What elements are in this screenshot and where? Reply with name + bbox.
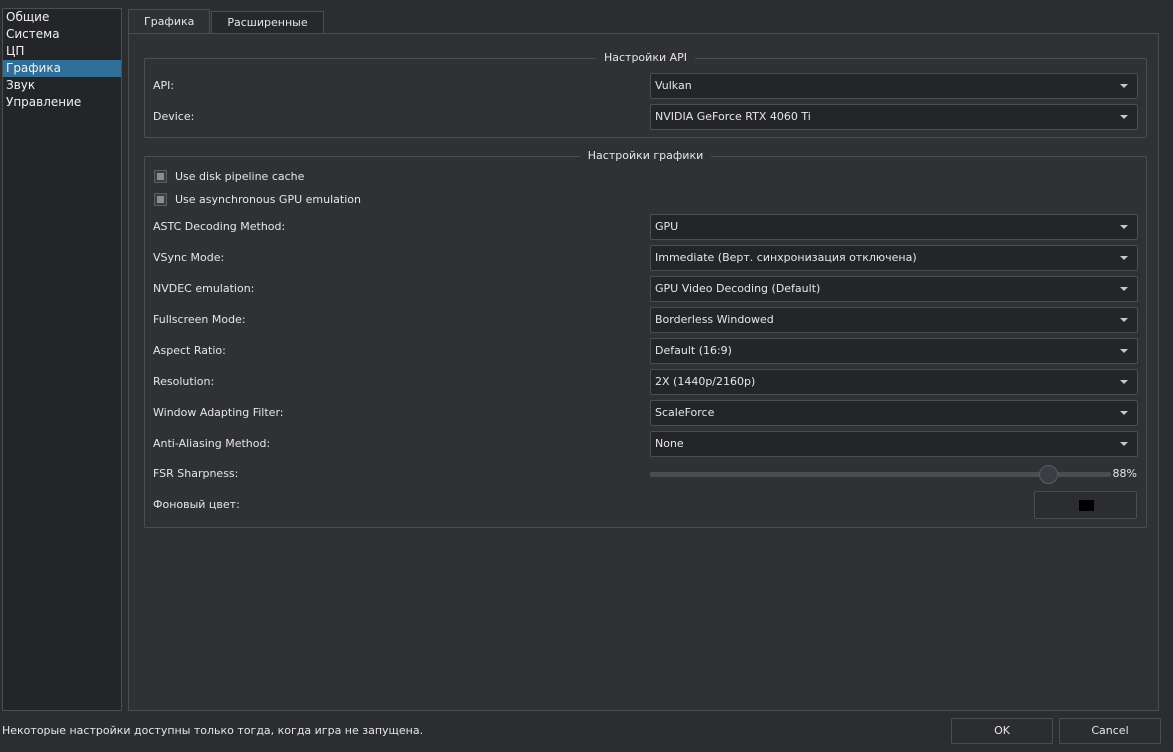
fsr-sharpness-slider[interactable]: [650, 465, 1111, 484]
astc-row: ASTC Decoding Method: GPU: [153, 214, 1138, 240]
graphics-settings-group: Настройки графики Use disk pipeline cach…: [144, 149, 1147, 528]
resolution-select[interactable]: 2X (1440p/2160p): [650, 369, 1138, 395]
api-group-title: Настройки API: [595, 51, 696, 64]
aa-label: Anti-Aliasing Method:: [153, 437, 271, 450]
footer-note: Некоторые настройки доступны только тогд…: [2, 724, 424, 737]
astc-select[interactable]: GPU: [650, 214, 1138, 240]
bg-color-button[interactable]: [1034, 491, 1137, 519]
sidebar-item-general[interactable]: Общие: [3, 9, 121, 26]
aspect-select-value: Default (16:9): [655, 344, 732, 357]
aspect-select[interactable]: Default (16:9): [650, 338, 1138, 364]
color-swatch: [1079, 500, 1094, 511]
tab-bar: Графика Расширенные: [128, 9, 325, 34]
async-gpu-checkbox[interactable]: [154, 192, 167, 206]
chevron-down-icon: [1120, 256, 1128, 260]
chevron-down-icon: [1120, 349, 1128, 353]
cancel-button[interactable]: Cancel: [1059, 718, 1161, 744]
chevron-down-icon: [1120, 115, 1128, 119]
filter-row: Window Adapting Filter: ScaleForce: [153, 400, 1138, 426]
chevron-down-icon: [1120, 380, 1128, 384]
graphics-settings-panel: Настройки API API: Vulkan Device: NVIDIA…: [128, 33, 1159, 711]
api-settings-group: Настройки API API: Vulkan Device: NVIDIA…: [144, 51, 1147, 138]
chevron-down-icon: [1120, 318, 1128, 322]
fullscreen-row: Fullscreen Mode: Borderless Windowed: [153, 307, 1138, 333]
disk-cache-checkbox-row[interactable]: Use disk pipeline cache: [154, 166, 304, 186]
fullscreen-select[interactable]: Borderless Windowed: [650, 307, 1138, 333]
bg-color-label: Фоновый цвет:: [153, 498, 240, 511]
fullscreen-label: Fullscreen Mode:: [153, 313, 246, 326]
fsr-row: FSR Sharpness: 88%: [153, 460, 1137, 488]
sidebar-item-system[interactable]: Система: [3, 26, 121, 43]
resolution-row: Resolution: 2X (1440p/2160p): [153, 369, 1138, 395]
sidebar-item-audio[interactable]: Звук: [3, 77, 121, 94]
filter-select-value: ScaleForce: [655, 406, 715, 419]
resolution-label: Resolution:: [153, 375, 215, 388]
chevron-down-icon: [1120, 287, 1128, 291]
chevron-down-icon: [1120, 84, 1128, 88]
fullscreen-select-value: Borderless Windowed: [655, 313, 774, 326]
slider-handle[interactable]: [1038, 465, 1058, 484]
astc-select-value: GPU: [655, 220, 679, 233]
nvdec-select[interactable]: GPU Video Decoding (Default): [650, 276, 1138, 302]
ok-button[interactable]: OK: [951, 718, 1053, 744]
chevron-down-icon: [1120, 411, 1128, 415]
aspect-row: Aspect Ratio: Default (16:9): [153, 338, 1138, 364]
api-row: API: Vulkan: [153, 73, 1138, 99]
async-gpu-checkbox-row[interactable]: Use asynchronous GPU emulation: [154, 189, 361, 209]
sidebar-item-cpu[interactable]: ЦП: [3, 43, 121, 60]
resolution-select-value: 2X (1440p/2160p): [655, 375, 756, 388]
device-label: Device:: [153, 110, 195, 123]
device-select[interactable]: NVIDIA GeForce RTX 4060 Ti: [650, 104, 1138, 130]
nvdec-label: NVDEC emulation:: [153, 282, 255, 295]
aa-row: Anti-Aliasing Method: None: [153, 431, 1138, 457]
chevron-down-icon: [1120, 225, 1128, 229]
api-select-value: Vulkan: [655, 79, 692, 92]
sidebar-item-graphics[interactable]: Графика: [3, 60, 121, 77]
slider-fill: [650, 472, 1049, 477]
vsync-label: VSync Mode:: [153, 251, 225, 264]
filter-select[interactable]: ScaleForce: [650, 400, 1138, 426]
bg-color-row: Фоновый цвет:: [153, 491, 1137, 519]
filter-label: Window Adapting Filter:: [153, 406, 284, 419]
aa-select-value: None: [655, 437, 684, 450]
vsync-row: VSync Mode: Immediate (Верт. синхронизац…: [153, 245, 1138, 271]
device-row: Device: NVIDIA GeForce RTX 4060 Ti: [153, 104, 1138, 130]
aspect-label: Aspect Ratio:: [153, 344, 226, 357]
graphics-group-title: Настройки графики: [579, 149, 712, 162]
nvdec-row: NVDEC emulation: GPU Video Decoding (Def…: [153, 276, 1138, 302]
async-gpu-label: Use asynchronous GPU emulation: [175, 192, 361, 206]
api-select[interactable]: Vulkan: [650, 73, 1138, 99]
vsync-select[interactable]: Immediate (Верт. синхронизация отключена…: [650, 245, 1138, 271]
aa-select[interactable]: None: [650, 431, 1138, 457]
astc-label: ASTC Decoding Method:: [153, 220, 286, 233]
api-label: API:: [153, 79, 175, 92]
fsr-label: FSR Sharpness:: [153, 467, 239, 480]
disk-cache-checkbox[interactable]: [154, 169, 167, 183]
device-select-value: NVIDIA GeForce RTX 4060 Ti: [655, 110, 811, 123]
chevron-down-icon: [1120, 442, 1128, 446]
settings-category-list[interactable]: Общие Система ЦП Графика Звук Управление: [2, 8, 122, 711]
sidebar-item-controls[interactable]: Управление: [3, 94, 121, 111]
tab-graphics[interactable]: Графика: [128, 9, 211, 34]
disk-cache-label: Use disk pipeline cache: [175, 169, 305, 183]
tab-advanced[interactable]: Расширенные: [211, 11, 324, 33]
vsync-select-value: Immediate (Верт. синхронизация отключена…: [655, 251, 917, 264]
nvdec-select-value: GPU Video Decoding (Default): [655, 282, 821, 295]
fsr-value: 88%: [1112, 467, 1137, 480]
